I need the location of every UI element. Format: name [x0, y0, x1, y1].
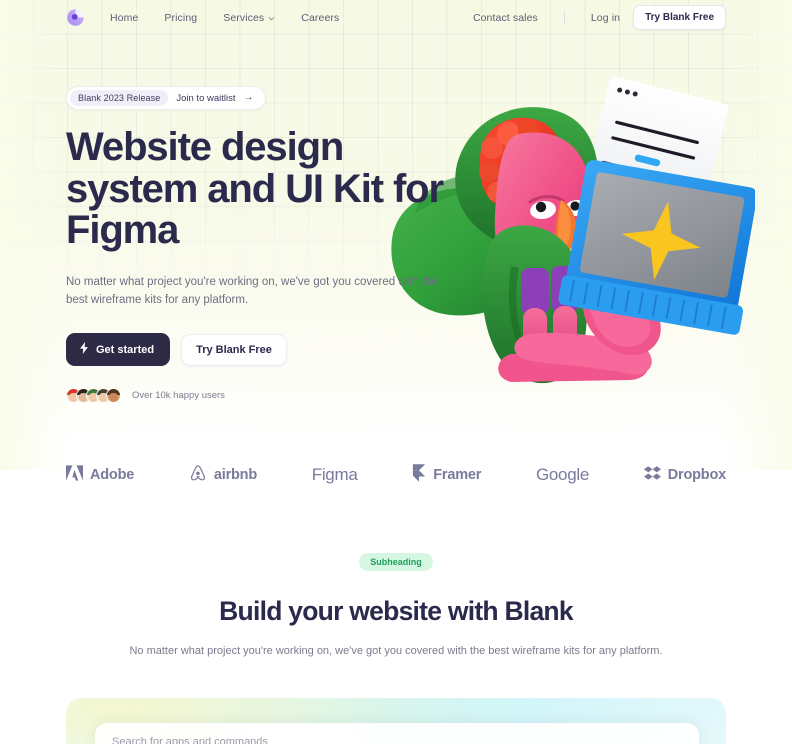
nav-link-label: Careers [301, 11, 340, 24]
nav-link-careers[interactable]: Careers [288, 12, 352, 24]
hero-subtext: No matter what project you're working on… [66, 275, 438, 307]
social-proof-text: Over 10k happy users [132, 390, 225, 402]
blank-logo-icon[interactable] [66, 8, 85, 27]
search-input-placeholder: Search for apps and commands [112, 736, 268, 744]
chevron-down-icon [268, 13, 275, 21]
airbnb-logo-icon [189, 464, 207, 487]
framer-logo-icon [412, 463, 426, 487]
page-root: Home Pricing Services Careers Contact sa [0, 0, 792, 744]
brand-google: Google [536, 465, 589, 485]
feature-section: Subheading Build your website with Blank… [0, 552, 792, 661]
nav-link-label: Home [110, 11, 139, 24]
brand-label: Figma [311, 465, 358, 484]
subheading-badge: Subheading [359, 553, 433, 571]
arrow-right-icon: → [243, 92, 254, 103]
adobe-logo-icon [66, 464, 83, 486]
brand-label: Dropbox [667, 467, 726, 483]
brand-figma: Figma [312, 465, 358, 485]
grid-fade-left [0, 0, 70, 470]
brand-airbnb: airbnb [189, 464, 257, 487]
nav-link-pricing[interactable]: Pricing [151, 12, 210, 24]
get-started-label: Get started [96, 343, 155, 356]
brand-label: airbnb [213, 467, 257, 483]
navbar-links: Home Pricing Services Careers [110, 12, 352, 24]
nav-log-in-label: Log in [590, 11, 621, 24]
nav-try-free-button[interactable]: Try Blank Free [633, 5, 726, 30]
try-blank-free-button[interactable]: Try Blank Free [181, 333, 287, 366]
nav-link-label: Services [223, 11, 265, 24]
brand-framer: Framer [412, 463, 482, 487]
nav-log-in[interactable]: Log in [578, 12, 633, 24]
nav-link-home[interactable]: Home [110, 12, 151, 24]
avatar [106, 388, 121, 404]
brand-label: Google [535, 465, 590, 484]
navbar-right: Contact sales Log in Try Blank Free [473, 5, 726, 30]
release-badge[interactable]: Blank 2023 Release Join to waitlist → [66, 86, 266, 110]
release-badge-pill: Blank 2023 Release [70, 90, 169, 106]
social-proof: Over 10k happy users [66, 388, 446, 404]
dropbox-logo-icon [643, 465, 661, 486]
avatar-group [66, 388, 121, 404]
nav-contact-sales-label: Contact sales [472, 11, 538, 24]
nav-link-label: Pricing [164, 11, 198, 24]
navbar-left: Home Pricing Services Careers [66, 8, 352, 27]
brand-label: Adobe [90, 467, 135, 483]
brand-label: Framer [433, 467, 482, 483]
logo-strip: Adobe airbnb Figma Framer Google Dropbox [66, 458, 726, 492]
nav-link-services[interactable]: Services [210, 12, 288, 24]
lightning-bolt-icon [79, 342, 89, 357]
nav-contact-sales[interactable]: Contact sales [473, 12, 551, 24]
section-subtitle: No matter what project you're working on… [129, 645, 663, 657]
page-title: Website design system and UI Kit for Fig… [66, 125, 444, 253]
hero-section: Blank 2023 Release Join to waitlist → We… [66, 86, 446, 404]
release-badge-link: Join to waitlist [176, 92, 236, 104]
navbar-divider [563, 11, 565, 24]
hero-cta-row: Get started Try Blank Free [66, 333, 446, 367]
search-panel[interactable]: Search for apps and commands [95, 723, 699, 744]
section-title: Build your website with Blank [219, 596, 573, 626]
navbar: Home Pricing Services Careers Contact sa [0, 0, 792, 35]
brand-adobe: Adobe [66, 464, 135, 486]
search-showcase-card: Search for apps and commands [66, 698, 726, 744]
get-started-button[interactable]: Get started [66, 333, 171, 367]
brand-dropbox: Dropbox [643, 465, 726, 486]
